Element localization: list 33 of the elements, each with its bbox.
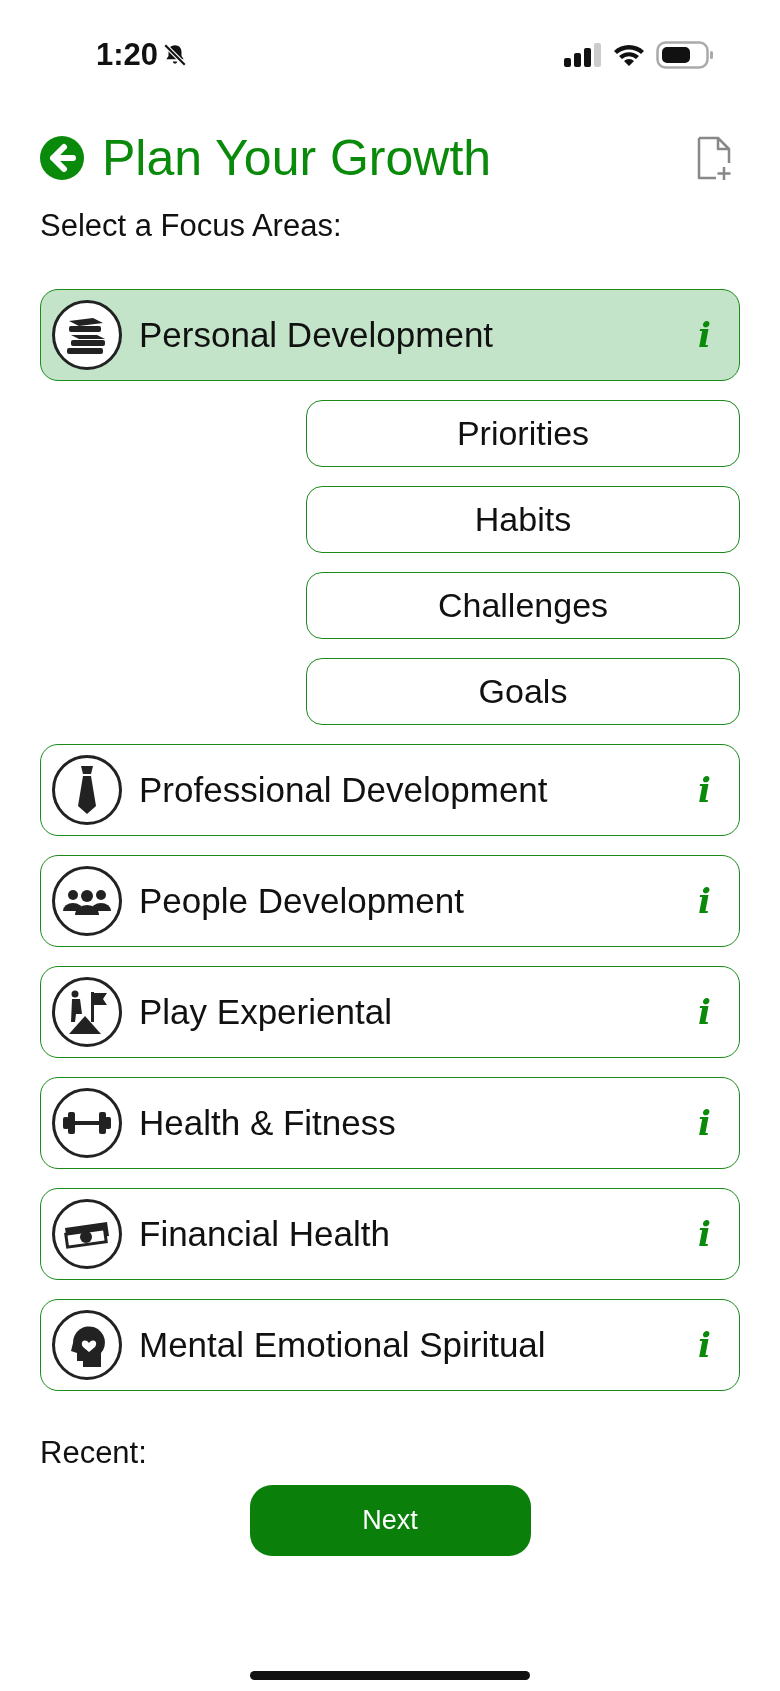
banknote-icon [51, 1198, 123, 1270]
bell-muted-icon [162, 42, 189, 68]
next-button[interactable]: Next [249, 1485, 531, 1556]
summit-flag-icon [51, 976, 123, 1048]
signal-icon [564, 43, 602, 67]
books-icon [51, 299, 123, 371]
info-icon[interactable]: i [684, 1325, 725, 1365]
focus-area-item[interactable]: People Development i [40, 855, 740, 947]
info-icon[interactable]: i [684, 992, 725, 1032]
focus-area-item[interactable]: Health & Fitness i [40, 1077, 740, 1169]
focus-area-item[interactable]: Personal Development i [40, 289, 740, 381]
dumbbell-icon [51, 1087, 123, 1159]
subcategory-button[interactable]: Priorities [306, 400, 740, 467]
subcategory-button[interactable]: Challenges [306, 572, 740, 639]
focus-area-item[interactable]: Financial Health i [40, 1188, 740, 1280]
subcategory-button[interactable]: Goals [306, 658, 740, 725]
wifi-icon [612, 42, 646, 68]
info-icon[interactable]: i [684, 1103, 725, 1143]
subcategory-button[interactable]: Habits [306, 486, 740, 553]
info-icon[interactable]: i [684, 881, 725, 921]
focus-area-item[interactable]: Mental Emotional Spiritual i [40, 1299, 740, 1391]
new-document-icon[interactable] [696, 135, 732, 181]
status-time: 1:20 [96, 37, 159, 73]
necktie-icon [51, 754, 123, 826]
info-icon[interactable]: i [684, 770, 725, 810]
battery-icon [656, 41, 714, 69]
focus-area-item[interactable]: Play Experiental i [40, 966, 740, 1058]
recent-label: Recent: [40, 1435, 148, 1471]
people-icon [51, 865, 123, 937]
prompt-text: Select a Focus Areas: [40, 208, 343, 245]
focus-area-item[interactable]: Professional Development i [40, 744, 740, 836]
info-icon[interactable]: i [684, 1214, 725, 1254]
page-title: Plan Your Growth [102, 129, 493, 187]
